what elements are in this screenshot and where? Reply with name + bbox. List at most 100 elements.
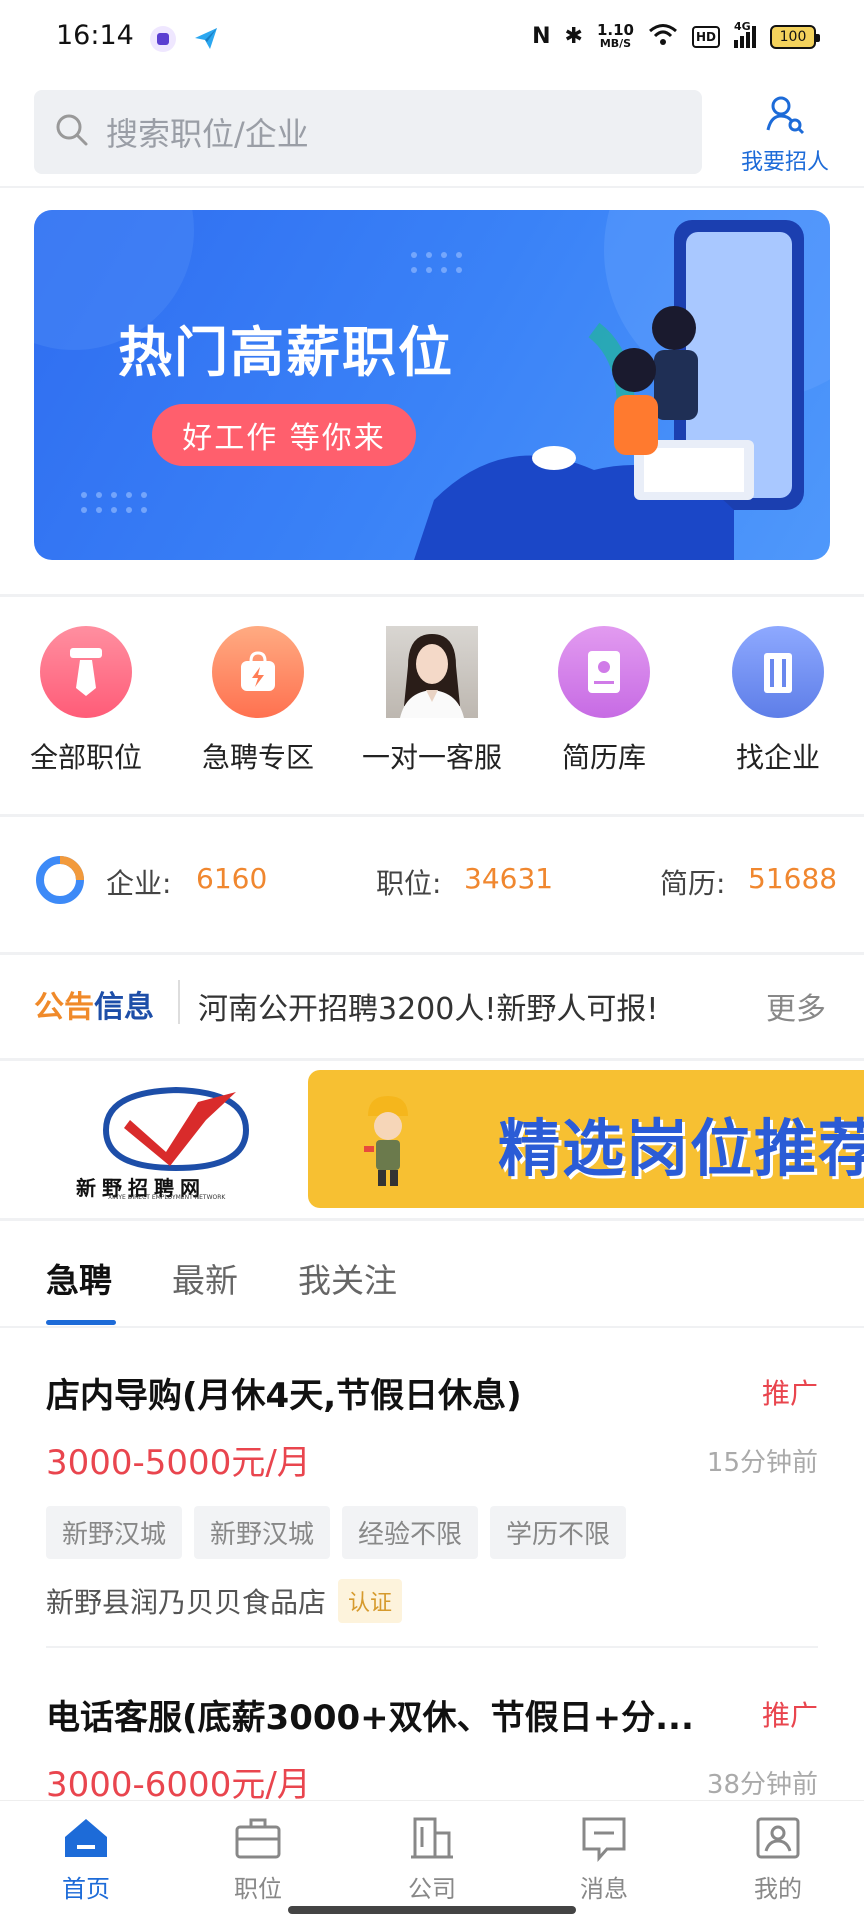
job-title: 店内导购(月休4天,节假日休息) xyxy=(46,1376,522,1416)
divider xyxy=(0,952,864,955)
notice-badge-a: 公告 xyxy=(34,990,94,1025)
promoted-badge: 推广 xyxy=(761,1377,818,1410)
stats-pie-icon xyxy=(36,856,84,908)
job-card[interactable]: 电话客服(底薪3000+双休、节假日+分... 推广 3000-6000元/月 … xyxy=(46,1690,818,1806)
nav-label: 首页 xyxy=(62,1875,110,1903)
home-indicator xyxy=(288,1906,576,1914)
status-bar: 16:14 N ✱ 1.10 MB/S HD 4G 100 xyxy=(0,0,864,78)
verified-badge: 认证 xyxy=(338,1579,403,1623)
network-type: 4G xyxy=(734,19,751,33)
logo-subtext: XINYE DIRECT EMPLOYMENT NETWORK xyxy=(108,1194,226,1201)
quick-links: 全部职位 急聘专区 一对一客服 简历库 找企业 xyxy=(0,620,864,780)
job-company: 新野县润乃贝贝食品店 认证 xyxy=(46,1579,818,1623)
banner-slogan: 好工作 等你来 xyxy=(152,404,416,466)
lightning-bag-icon xyxy=(212,626,304,718)
tab-latest[interactable]: 最新 xyxy=(172,1254,238,1302)
company-count: 6160 xyxy=(196,862,268,895)
job-tags: 新野汉城 新野汉城 经验不限 学历不限 xyxy=(46,1506,818,1559)
divider xyxy=(0,1058,864,1061)
quick-link-companies[interactable]: 找企业 xyxy=(698,620,858,776)
worker-illustration xyxy=(358,1090,418,1194)
featured-jobs-text: 精选岗位推荐 xyxy=(498,1112,864,1185)
job-count: 34631 xyxy=(464,862,554,895)
quick-link-label: 一对一客服 xyxy=(361,741,502,774)
nfc-icon: N xyxy=(532,24,551,49)
nav-label: 我的 xyxy=(754,1875,802,1903)
hd-badge: HD xyxy=(691,25,720,48)
recruit-label: 我要招人 xyxy=(740,150,829,175)
divider xyxy=(0,186,864,188)
job-salary: 3000-6000元/月 xyxy=(46,1765,311,1805)
nav-home[interactable]: 首页 xyxy=(26,1813,146,1904)
battery-icon: 100 xyxy=(770,24,820,49)
resume-count-label: 简历: xyxy=(660,867,726,900)
nav-jobs[interactable]: 职位 xyxy=(198,1813,318,1904)
quick-link-resumes[interactable]: 简历库 xyxy=(524,620,684,776)
notice-separator xyxy=(178,980,180,1024)
paper-plane-icon xyxy=(192,24,220,52)
company-building-icon xyxy=(407,1813,457,1863)
message-icon xyxy=(579,1813,629,1863)
promoted-badge: 推广 xyxy=(761,1699,818,1732)
speed-value: 1.10 xyxy=(596,20,634,39)
promo-banner[interactable]: 热门高薪职位 好工作 等你来 xyxy=(34,210,830,560)
tie-icon xyxy=(40,626,132,718)
status-icons: N ✱ 1.10 MB/S HD 4G 100 xyxy=(532,20,820,51)
divider xyxy=(0,594,864,597)
nav-profile[interactable]: 我的 xyxy=(718,1813,838,1904)
quick-link-label: 全部职位 xyxy=(29,741,142,774)
wifi-icon xyxy=(648,22,678,51)
bottom-nav: 首页 职位 公司 消息 我的 xyxy=(0,1800,864,1920)
nav-label: 职位 xyxy=(234,1875,282,1903)
resume-book-icon xyxy=(558,626,650,718)
nav-messages[interactable]: 消息 xyxy=(544,1813,664,1904)
app-notification-icon xyxy=(150,26,176,52)
nav-label: 消息 xyxy=(580,1875,628,1903)
recruit-person-icon xyxy=(730,92,840,140)
divider xyxy=(0,1326,864,1328)
site-logo[interactable]: 新野招聘网 XINYE DIRECT EMPLOYMENT NETWORK xyxy=(56,1080,292,1201)
speed-unit: MB/S xyxy=(599,36,632,50)
search-input[interactable]: 搜索职位/企业 xyxy=(34,90,702,174)
briefcase-icon xyxy=(233,1813,283,1863)
notice-more-link[interactable]: 更多 xyxy=(766,984,826,1028)
building-icon xyxy=(732,626,824,718)
job-title: 电话客服(底薪3000+双休、节假日+分... xyxy=(46,1698,694,1738)
notice-text: 河南公开招聘3200人!新野人可报! xyxy=(198,992,659,1027)
recruit-button[interactable]: 我要招人 xyxy=(730,92,840,178)
quick-link-all-jobs[interactable]: 全部职位 xyxy=(6,620,166,776)
search-placeholder: 搜索职位/企业 xyxy=(106,115,309,153)
quick-link-customer-service[interactable]: 一对一客服 xyxy=(352,620,512,776)
quick-link-label: 简历库 xyxy=(561,741,646,774)
tab-following[interactable]: 我关注 xyxy=(298,1254,397,1302)
signal-icon: 4G xyxy=(734,20,756,48)
logo-mark xyxy=(102,1086,250,1172)
job-tag: 新野汉城 xyxy=(46,1506,183,1559)
nav-companies[interactable]: 公司 xyxy=(372,1813,492,1904)
job-tag: 学历不限 xyxy=(490,1506,627,1559)
bluetooth-icon: ✱ xyxy=(564,24,583,49)
quick-link-urgent[interactable]: 急聘专区 xyxy=(178,620,338,776)
notice-bar[interactable]: 公告信息 河南公开招聘3200人!新野人可报! 更多 xyxy=(0,956,864,1056)
job-card[interactable]: 店内导购(月休4天,节假日休息) 推广 3000-5000元/月 15分钟前 新… xyxy=(46,1368,818,1623)
site-stats: 企业: 6160 职位: 34631 简历: 51688 xyxy=(0,830,864,930)
banner-title: 热门高薪职位 xyxy=(118,321,454,384)
profile-icon xyxy=(753,1813,803,1863)
active-tab-indicator xyxy=(46,1320,116,1325)
job-salary: 3000-5000元/月 xyxy=(46,1443,311,1483)
job-tag: 经验不限 xyxy=(342,1506,479,1559)
divider xyxy=(46,1646,818,1648)
job-tabs: 急聘 最新 我关注 xyxy=(0,1224,864,1326)
job-count-label: 职位: xyxy=(376,867,442,900)
company-name: 新野县润乃贝贝食品店 xyxy=(46,1586,327,1619)
tab-urgent[interactable]: 急聘 xyxy=(46,1254,112,1302)
featured-jobs-banner[interactable]: 精选岗位推荐 xyxy=(308,1070,864,1208)
job-post-time: 38分钟前 xyxy=(706,1770,818,1800)
quick-link-label: 找企业 xyxy=(735,741,820,774)
divider xyxy=(0,1218,864,1221)
resume-count: 51688 xyxy=(748,862,838,895)
search-icon xyxy=(54,112,90,152)
divider xyxy=(0,814,864,817)
battery-level: 100 xyxy=(779,28,807,45)
notice-badge-b: 信息 xyxy=(94,990,154,1025)
